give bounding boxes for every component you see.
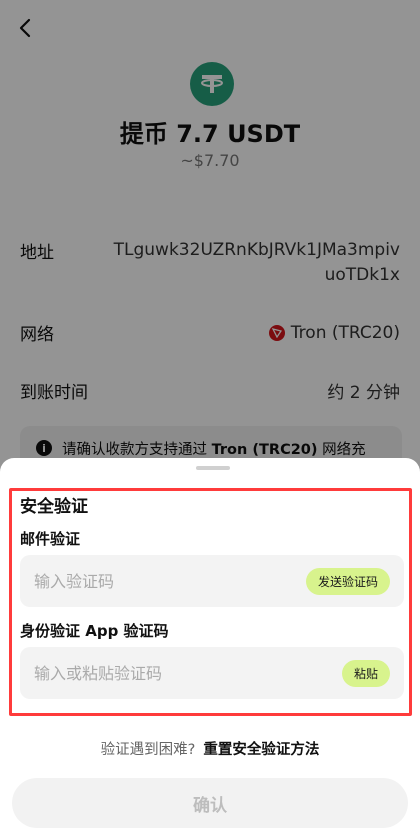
- email-code-input[interactable]: [34, 571, 254, 591]
- confirm-button[interactable]: 确认: [12, 778, 408, 828]
- email-code-field: 发送验证码: [20, 555, 404, 607]
- drag-handle[interactable]: [196, 466, 230, 470]
- authenticator-label: 身份验证 App 验证码: [20, 622, 169, 640]
- sheet-title: 安全验证: [20, 497, 88, 517]
- send-code-button[interactable]: 发送验证码: [305, 567, 390, 595]
- reset-security-link[interactable]: 重置安全验证方法: [203, 742, 319, 758]
- security-verification-sheet: 安全验证 邮件验证 发送验证码 身份验证 App 验证码 粘贴 验证遇到困难? 重…: [0, 458, 420, 839]
- help-row: 验证遇到困难? 重置安全验证方法: [0, 738, 420, 759]
- help-question: 验证遇到困难?: [100, 742, 196, 758]
- authenticator-code-field: 粘贴: [20, 647, 404, 699]
- email-verification-label: 邮件验证: [20, 530, 81, 548]
- paste-button[interactable]: 粘贴: [341, 659, 390, 687]
- authenticator-code-input[interactable]: [34, 663, 254, 683]
